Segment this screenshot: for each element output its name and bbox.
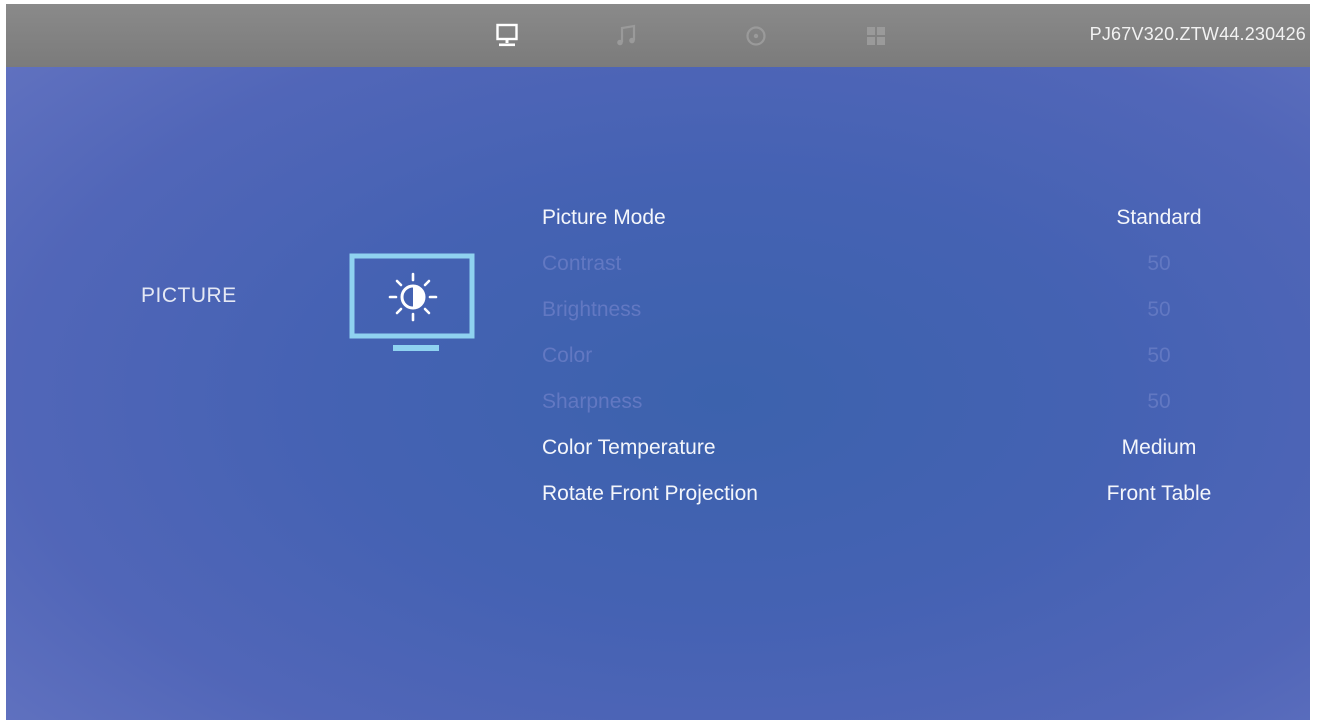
monitor-icon: [496, 23, 518, 47]
menu-item-label: Rotate Front Projection: [542, 482, 758, 505]
menu-item-rotate-front-projection[interactable]: Rotate Front Projection Front Table: [542, 482, 1242, 512]
tab-time[interactable]: [741, 21, 771, 51]
menu-item-brightness: Brightness 50: [542, 298, 1242, 328]
category-title: PICTURE: [141, 284, 237, 307]
menu-item-label: Sharpness: [542, 390, 643, 413]
menu-item-value: Front Table: [1106, 482, 1212, 505]
grid-icon: [867, 27, 885, 45]
clock-icon: [746, 26, 766, 46]
firmware-version: PJ67V320.ZTW44.230426: [1089, 24, 1306, 44]
menu-item-label: Color Temperature: [542, 436, 716, 459]
menu-item-color: Color 50: [542, 344, 1242, 374]
menu-item-sharpness: Sharpness 50: [542, 390, 1242, 420]
menu-item-label: Picture Mode: [542, 206, 666, 229]
menu-item-contrast: Contrast 50: [542, 252, 1242, 282]
menu-item-label: Color: [542, 344, 593, 367]
menu-item-value: 50: [1147, 344, 1171, 367]
top-menu-bar: PJ67V320.ZTW44.230426: [6, 4, 1310, 67]
music-note-icon: [617, 24, 636, 46]
menu-item-picture-mode[interactable]: Picture Mode Standard: [542, 206, 1242, 236]
tab-picture[interactable]: [492, 21, 522, 51]
menu-item-value: Standard: [1116, 206, 1202, 229]
menu-item-value: 50: [1147, 298, 1171, 321]
menu-item-label: Contrast: [542, 252, 622, 275]
menu-item-label: Brightness: [542, 298, 642, 321]
tab-sound[interactable]: [611, 21, 641, 51]
menu-item-value: 50: [1147, 252, 1171, 275]
menu-item-color-temperature[interactable]: Color Temperature Medium: [542, 436, 1242, 466]
osd-screen: PJ67V320.ZTW44.230426 PICTURE Picture Mo…: [6, 4, 1310, 720]
tab-setup[interactable]: [861, 21, 891, 51]
menu-item-value: 50: [1147, 390, 1171, 413]
monitor-brightness-icon: [349, 253, 475, 351]
menu-item-value: Medium: [1121, 436, 1197, 459]
